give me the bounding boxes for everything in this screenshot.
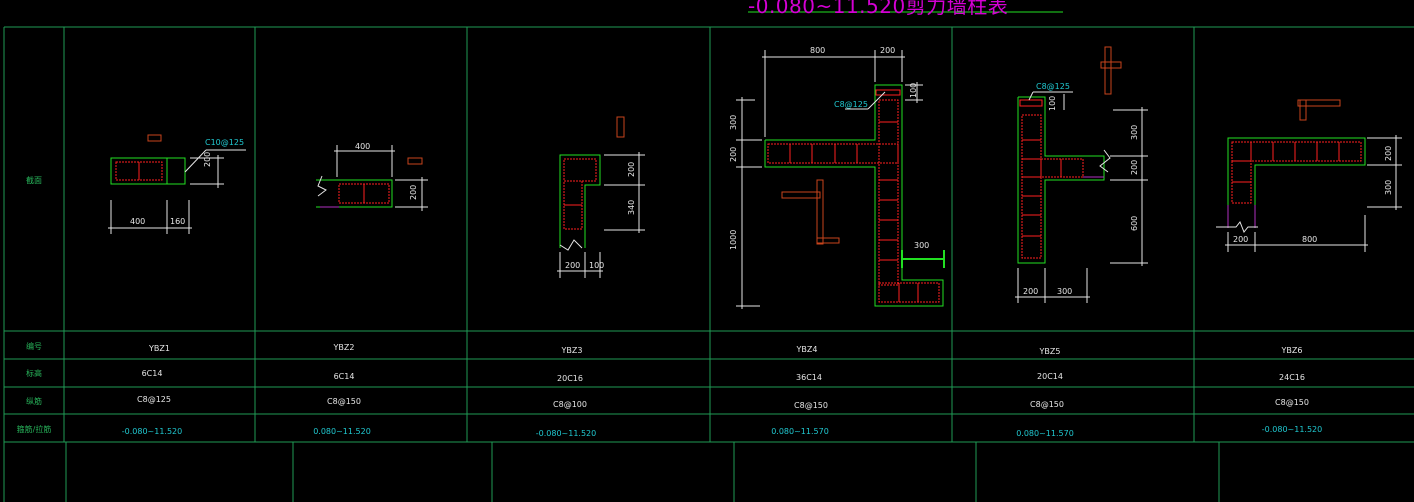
section-ybz2 (316, 145, 428, 211)
cell-number-ybz6: YBZ6 (1281, 346, 1303, 355)
cell-longitudinal-ybz6: C8@150 (1275, 398, 1309, 407)
cell-number-ybz5: YBZ5 (1039, 347, 1061, 356)
ybz6-dim-bottom-b: 800 (1302, 235, 1318, 244)
ybz4-dim-top-right: 200 (880, 46, 896, 55)
cell-height-ybz4: 36C14 (796, 373, 822, 382)
section-ybz6 (1216, 99, 1402, 252)
cell-stirrup-ybz1: -0.080~11.520 (121, 427, 183, 436)
ybz5-dim-bottom-b: 300 (1057, 287, 1073, 296)
cell-longitudinal-ybz5: C8@150 (1030, 400, 1064, 409)
cell-height-ybz5: 20C14 (1037, 372, 1063, 381)
ybz5-dim-bottom-a: 200 (1023, 287, 1039, 296)
ybz5-stirrup-label: C8@125 (1036, 82, 1070, 91)
ybz6-dim-right-b: 300 (1384, 179, 1393, 195)
cell-height-ybz6: 24C16 (1279, 373, 1305, 382)
ybz1-dim-thickness: 200 (203, 151, 212, 167)
ybz3-dim-bottom-b: 100 (589, 261, 605, 270)
section-ybz5 (1015, 46, 1148, 303)
cell-stirrup-ybz2: 0.080~11.520 (313, 427, 371, 436)
ybz6-dim-right-a: 200 (1384, 145, 1393, 161)
cell-stirrup-ybz3: -0.080~11.520 (535, 429, 597, 438)
section-ybz3 (557, 116, 645, 278)
cell-height-ybz2: 6C14 (333, 372, 355, 381)
cell-longitudinal-ybz4: C8@150 (794, 401, 828, 410)
ybz1-dim-flange: 160 (170, 217, 186, 226)
ybz6-dim-bottom-a: 200 (1233, 235, 1249, 244)
cell-number-ybz2: YBZ2 (333, 343, 355, 352)
row-label-longitudinal: 纵筋 (26, 397, 42, 406)
ybz3-dim-bottom-a: 200 (565, 261, 581, 270)
cell-longitudinal-ybz2: C8@150 (327, 397, 361, 406)
ybz2-dim-width: 400 (355, 142, 371, 151)
ybz4-stirrup-label: C8@125 (834, 100, 868, 109)
ybz4-dim-left-c: 1000 (729, 229, 738, 250)
cell-height-ybz3: 20C16 (557, 374, 583, 383)
row-label-number: 编号 (26, 342, 42, 351)
ybz5-dim-cap: 100 (1048, 95, 1057, 111)
cell-number-ybz3: YBZ3 (561, 346, 583, 355)
ybz4-dim-left-a: 300 (729, 114, 738, 130)
ybz4-dim-top-left: 800 (810, 46, 826, 55)
cell-number-ybz1: YBZ1 (149, 344, 170, 353)
cell-longitudinal-ybz3: C8@100 (553, 400, 587, 409)
table-title: -0.080~11.520剪力墙柱表 (748, 0, 1009, 18)
cell-stirrup-ybz5: 0.080~11.570 (1016, 429, 1074, 438)
ybz2-dim-thickness: 200 (409, 184, 418, 200)
ybz3-dim-leg: 340 (627, 199, 636, 215)
cell-stirrup-ybz4: 0.080~11.570 (771, 427, 829, 436)
row-label-height: 标高 (26, 369, 42, 378)
ybz5-dim-right-c: 600 (1130, 215, 1139, 231)
ybz1-dim-width: 400 (130, 217, 146, 226)
ybz1-stirrup-label: C10@125 (205, 138, 245, 147)
cell-height-ybz1: 6C14 (141, 369, 163, 378)
ybz5-dim-right-b: 200 (1130, 159, 1139, 175)
cell-number-ybz4: YBZ4 (796, 345, 818, 354)
ybz3-dim-top: 200 (627, 161, 636, 177)
ybz5-dim-right-a: 300 (1130, 124, 1139, 140)
cell-stirrup-ybz6: -0.080~11.520 (1261, 425, 1323, 434)
cell-longitudinal-ybz1: C8@125 (137, 395, 171, 404)
row-label-section: 截面 (26, 176, 42, 185)
ybz4-dim-cap: 100 (909, 82, 918, 98)
ybz4-dim-foot: 300 (914, 241, 930, 250)
row-label-stirrup: 箍筋/拉筋 (16, 425, 52, 434)
ybz4-dim-left-b: 200 (729, 146, 738, 162)
